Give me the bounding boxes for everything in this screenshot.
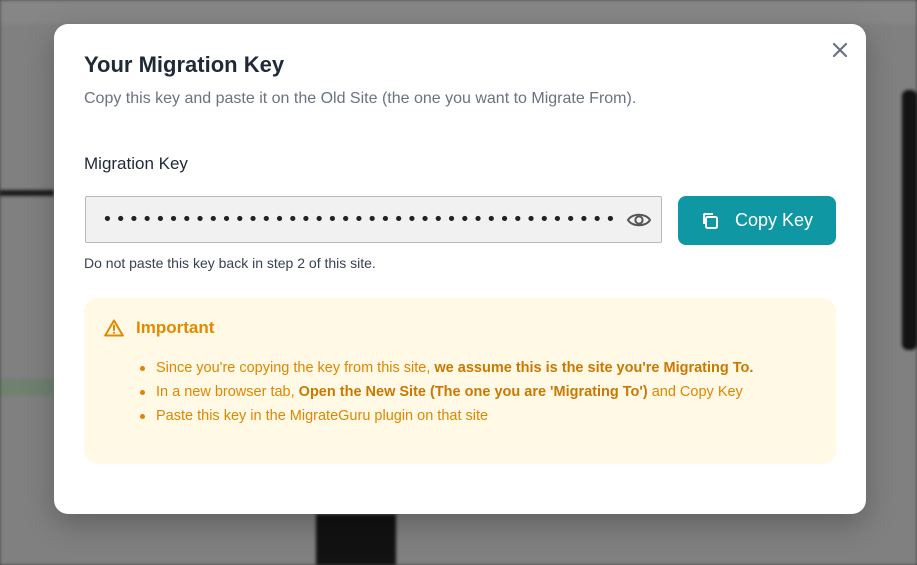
modal-subtitle: Copy this key and paste it on the Old Si… <box>84 90 637 107</box>
warning-icon <box>104 319 124 337</box>
migration-key-modal: Your Migration Key Copy this key and pas… <box>54 24 866 514</box>
copy-key-label: Copy Key <box>734 210 814 230</box>
important-list: Since you're copying the key from this s… <box>140 356 753 428</box>
masked-key-value[interactable]: ••••••••••••••••••••••••••••••••••••••••… <box>86 210 617 230</box>
modal-title: Your Migration Key <box>84 52 285 77</box>
migration-key-label: Migration Key <box>84 154 188 173</box>
close-icon <box>833 43 847 57</box>
important-heading-text: Important <box>136 318 215 337</box>
reveal-key-button[interactable] <box>617 211 661 229</box>
list-item: Since you're copying the key from this s… <box>140 356 753 380</box>
list-item: Paste this key in the MigrateGuru plugin… <box>140 404 753 428</box>
key-hint-text: Do not paste this key back in step 2 of … <box>84 255 376 271</box>
copy-key-button[interactable]: Copy Key <box>678 196 836 245</box>
important-notice: Important Since you're copying the key f… <box>84 298 836 464</box>
close-button[interactable] <box>828 38 852 62</box>
list-item: In a new browser tab, Open the New Site … <box>140 380 753 404</box>
migration-key-field[interactable]: ••••••••••••••••••••••••••••••••••••••••… <box>85 196 662 243</box>
copy-icon <box>702 212 718 229</box>
eye-icon <box>626 213 652 226</box>
important-heading: Important <box>104 318 214 338</box>
